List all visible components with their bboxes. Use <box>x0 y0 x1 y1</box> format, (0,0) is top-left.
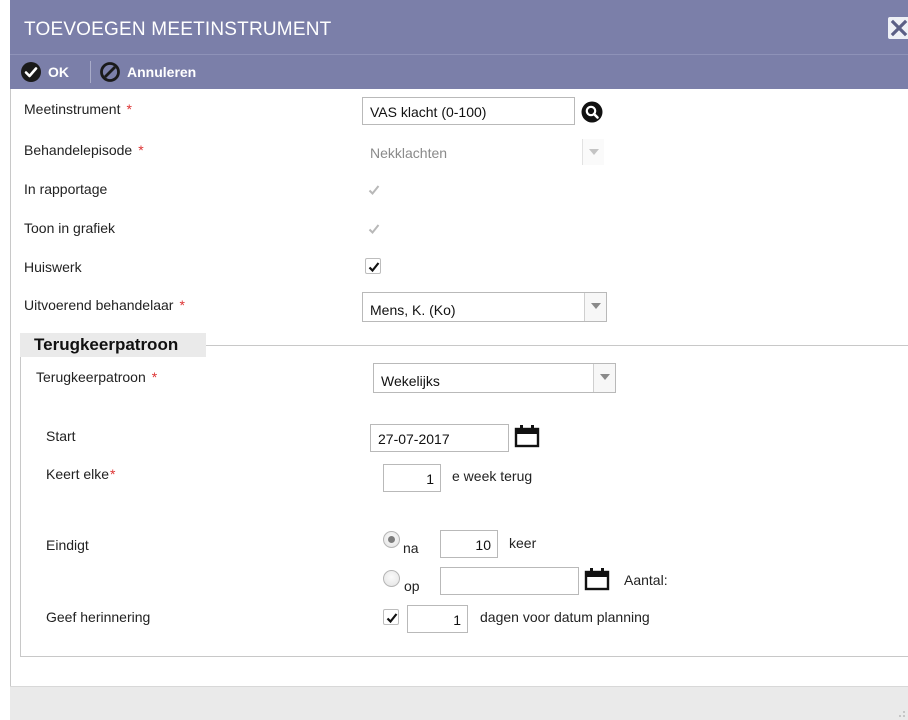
ok-label: OK <box>48 64 69 80</box>
ok-button[interactable]: OK <box>20 60 69 84</box>
ends-on-label: op <box>404 578 420 594</box>
cancel-button[interactable]: Annuleren <box>99 60 196 84</box>
behandelaar-label: Uitvoerend behandelaar * <box>24 297 185 313</box>
huiswerk-label: Huiswerk <box>24 259 82 275</box>
repeat-suffix: e week terug <box>452 468 533 484</box>
ends-after-suffix: keer <box>509 535 537 551</box>
check-circle-icon <box>21 62 41 82</box>
close-button[interactable] <box>888 17 908 39</box>
resize-grip-icon[interactable] <box>894 706 906 718</box>
dialog-titlebar: TOEVOEGEN MEETINSTRUMENT <box>10 0 908 54</box>
behandelepisode-label: Behandelepisode * <box>24 142 144 158</box>
toolbar-divider <box>90 61 91 83</box>
dialog-footer <box>10 686 908 720</box>
start-date-picker-button[interactable] <box>514 424 540 448</box>
meetinstrument-label: Meetinstrument * <box>24 101 132 117</box>
meetinstrument-field[interactable]: VAS klacht (0-100) <box>362 97 575 125</box>
in-rapportage-label: In rapportage <box>24 181 108 197</box>
start-date-input[interactable]: 27-07-2017 <box>370 424 509 452</box>
in-rapportage-checkbox[interactable] <box>365 181 381 197</box>
toon-in-grafiek-checkbox[interactable] <box>365 220 381 236</box>
toon-in-grafiek-label: Toon in grafiek <box>24 220 116 236</box>
pattern-select[interactable]: Wekelijks <box>373 363 616 393</box>
reminder-suffix: dagen voor datum planning <box>480 609 650 625</box>
fieldset-legend: Terugkeerpatroon <box>20 333 206 357</box>
ends-after-radio[interactable] <box>383 531 400 548</box>
start-label: Start <box>46 428 76 444</box>
chevron-down-icon <box>593 364 615 392</box>
reminder-checkbox[interactable] <box>383 609 399 625</box>
checkmark-icon <box>368 224 380 234</box>
fieldset-top-border <box>205 345 908 346</box>
ends-on-radio[interactable] <box>383 570 400 587</box>
cancel-icon <box>100 62 120 82</box>
ends-count-label: Aantal: <box>624 572 668 588</box>
checkmark-icon <box>386 613 398 624</box>
pattern-label: Terugkeerpatroon * <box>36 369 158 385</box>
ends-label: Eindigt <box>46 537 89 553</box>
reminder-label: Geef herinnering <box>46 609 151 625</box>
dialog-left-border <box>10 89 11 720</box>
calendar-icon <box>584 568 610 591</box>
fieldset-bottom-border <box>20 656 908 657</box>
repeat-label: Keert elke* <box>46 466 116 482</box>
repeat-interval-input[interactable]: 1 <box>383 464 441 492</box>
dialog-toolbar: OK Annuleren <box>10 54 908 89</box>
ends-after-label: na <box>403 540 419 556</box>
ends-after-count-input[interactable]: 10 <box>440 530 498 558</box>
calendar-icon <box>514 425 540 448</box>
checkmark-icon <box>368 185 380 195</box>
behandelepisode-select[interactable]: Nekklachten <box>362 138 605 166</box>
chevron-down-icon <box>582 139 604 165</box>
behandelaar-select[interactable]: Mens, K. (Ko) <box>362 292 607 322</box>
reminder-days-input[interactable]: 1 <box>407 605 468 633</box>
dialog-title: TOEVOEGEN MEETINSTRUMENT <box>24 19 332 40</box>
ends-on-date-input[interactable] <box>440 567 579 595</box>
search-button[interactable] <box>581 101 603 123</box>
checkmark-icon <box>368 262 380 273</box>
ends-on-date-picker-button[interactable] <box>584 567 610 591</box>
cancel-label: Annuleren <box>127 64 197 80</box>
close-icon <box>890 19 908 37</box>
huiswerk-checkbox[interactable] <box>365 258 381 274</box>
fieldset-left-border <box>20 345 21 657</box>
chevron-down-icon <box>584 293 606 321</box>
search-icon <box>581 101 603 123</box>
